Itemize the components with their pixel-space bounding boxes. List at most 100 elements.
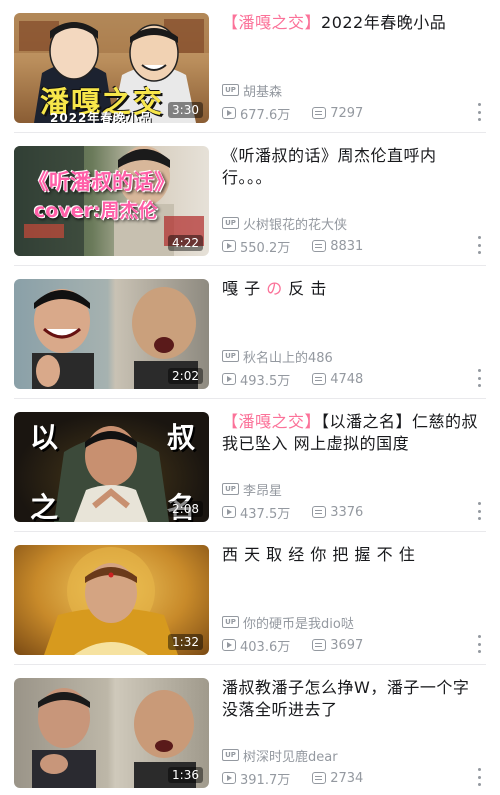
danmaku-stat: 4748 (312, 372, 363, 387)
video-thumbnail[interactable]: 1:32 (14, 545, 209, 655)
video-card[interactable]: 1:32 西 天 取 经 你 把 握 不 住 UP 你的硬币是我dio哒 403… (0, 532, 500, 665)
play-count-icon (222, 107, 236, 119)
stats-row: 677.6万 7297 (222, 104, 363, 123)
danmaku-count: 7297 (330, 105, 364, 121)
title-highlight: 【潘嘎之交】 (222, 412, 322, 431)
play-count-icon (222, 373, 236, 385)
video-title[interactable]: 《听潘叔的话》周杰伦直呼内行。。。 (222, 145, 480, 189)
play-count-icon (222, 639, 236, 651)
danmaku-icon (312, 373, 327, 385)
video-title[interactable]: 西 天 取 经 你 把 握 不 住 (222, 544, 480, 566)
video-title[interactable]: 嘎 子 の 反 击 (222, 278, 480, 300)
view-count: 493.5万 (240, 373, 291, 389)
danmaku-icon (312, 772, 327, 784)
more-icon[interactable] (478, 369, 482, 387)
title-text: 2022年春晚小品 (321, 13, 447, 32)
more-icon[interactable] (478, 502, 482, 520)
view-count: 437.5万 (240, 506, 291, 522)
danmaku-icon (312, 107, 327, 119)
video-card[interactable]: 以 叔 之 名 2:08 【潘嘎之交】【以潘之名】仁慈的叔我已坠入 网上虚拟的国… (0, 399, 500, 532)
up-badge-icon: UP (222, 84, 239, 96)
up-badge-icon: UP (222, 616, 239, 628)
uploader-name: 树深时见鹿dear (243, 749, 338, 765)
up-badge-icon: UP (222, 350, 239, 362)
video-card[interactable]: 2:02 嘎 子 の 反 击 UP 秋名山上的486 493.5万 4748 (0, 266, 500, 399)
thumbnail-char: 叔 (166, 421, 195, 454)
video-duration: 1:32 (168, 634, 203, 650)
title-text: 《听潘叔的话》周杰伦直呼内行。。。 (222, 146, 437, 187)
title-text: 潘叔教潘子怎么挣W，潘子一个字没落全听进去了 (222, 678, 470, 719)
danmaku-count: 8831 (330, 238, 364, 254)
thumbnail-title-text: 《听潘叔的话》 (28, 170, 175, 194)
video-duration: 4:22 (168, 235, 203, 251)
uploader-row[interactable]: UP 火树银花的花大侠 (222, 214, 348, 233)
video-duration: 3:30 (168, 102, 203, 118)
stats-row: 437.5万 3376 (222, 503, 363, 522)
play-count-icon (222, 772, 236, 784)
video-duration: 1:36 (168, 767, 203, 783)
video-card[interactable]: 《听潘叔的话》 cover:周杰伦 4:22 《听潘叔的话》周杰伦直呼内行。。。… (0, 133, 500, 266)
title-text: 反 击 (282, 279, 327, 298)
thumbnail-subtitle-text: cover:周杰伦 (34, 200, 158, 222)
danmaku-count: 4748 (330, 371, 364, 387)
uploader-row[interactable]: UP 李昂星 (222, 480, 283, 499)
video-duration: 2:08 (168, 501, 203, 517)
stats-row: 550.2万 8831 (222, 237, 363, 256)
video-card[interactable]: 潘嘎之交 2022年春晚小品 3:30 【潘嘎之交】2022年春晚小品 UP 胡… (0, 0, 500, 133)
danmaku-stat: 7297 (312, 106, 363, 121)
danmaku-icon (312, 506, 327, 518)
stats-row: 391.7万 2734 (222, 769, 363, 788)
up-badge-icon: UP (222, 483, 239, 495)
stats-row: 403.6万 3697 (222, 636, 363, 655)
danmaku-stat: 3697 (312, 638, 363, 653)
video-thumbnail[interactable]: 1:36 (14, 678, 209, 788)
title-highlight: 【潘嘎之交】 (222, 13, 322, 32)
play-count-icon (222, 240, 236, 252)
uploader-row[interactable]: UP 秋名山上的486 (222, 347, 333, 366)
more-icon[interactable] (478, 768, 482, 786)
uploader-row[interactable]: UP 胡基森 (222, 81, 283, 100)
uploader-name: 火树银花的花大侠 (243, 217, 348, 233)
danmaku-stat: 3376 (312, 505, 363, 520)
danmaku-icon (312, 240, 327, 252)
view-count: 391.7万 (240, 772, 291, 788)
title-text: 嘎 子 (222, 279, 267, 298)
video-thumbnail[interactable]: 2:02 (14, 279, 209, 389)
view-count: 550.2万 (240, 240, 291, 256)
video-title[interactable]: 潘叔教潘子怎么挣W，潘子一个字没落全听进去了 (222, 677, 480, 721)
danmaku-icon (312, 639, 327, 651)
uploader-row[interactable]: UP 你的硬币是我dio哒 (222, 613, 354, 632)
uploader-row[interactable]: UP 树深时见鹿dear (222, 746, 338, 765)
thumbnail-subtitle-text: 2022年春晚小品 (50, 111, 153, 123)
video-title[interactable]: 【潘嘎之交】【以潘之名】仁慈的叔我已坠入 网上虚拟的国度 (222, 411, 480, 455)
more-icon[interactable] (478, 103, 482, 121)
thumbnail-char: 之 (30, 491, 59, 522)
uploader-name: 秋名山上的486 (243, 350, 333, 366)
more-icon[interactable] (478, 635, 482, 653)
play-count-icon (222, 506, 236, 518)
video-list: 潘嘎之交 2022年春晚小品 3:30 【潘嘎之交】2022年春晚小品 UP 胡… (0, 0, 500, 795)
video-card[interactable]: 1:36 潘叔教潘子怎么挣W，潘子一个字没落全听进去了 UP 树深时见鹿dear… (0, 665, 500, 795)
uploader-name: 李昂星 (243, 483, 283, 499)
view-count: 403.6万 (240, 639, 291, 655)
video-thumbnail[interactable]: 潘嘎之交 2022年春晚小品 3:30 (14, 13, 209, 123)
stats-row: 493.5万 4748 (222, 370, 363, 389)
danmaku-count: 2734 (330, 770, 364, 786)
uploader-name: 你的硬币是我dio哒 (243, 616, 354, 632)
danmaku-stat: 2734 (312, 771, 363, 786)
video-thumbnail[interactable]: 《听潘叔的话》 cover:周杰伦 4:22 (14, 146, 209, 256)
thumbnail-char: 以 (30, 421, 59, 454)
title-text: 西 天 取 经 你 把 握 不 住 (222, 545, 416, 564)
title-highlight: の (266, 279, 283, 298)
danmaku-count: 3376 (330, 504, 364, 520)
up-badge-icon: UP (222, 749, 239, 761)
up-badge-icon: UP (222, 217, 239, 229)
more-icon[interactable] (478, 236, 482, 254)
video-title[interactable]: 【潘嘎之交】2022年春晚小品 (222, 12, 480, 34)
uploader-name: 胡基森 (243, 84, 283, 100)
danmaku-stat: 8831 (312, 239, 363, 254)
video-thumbnail[interactable]: 以 叔 之 名 2:08 (14, 412, 209, 522)
video-duration: 2:02 (168, 368, 203, 384)
view-count: 677.6万 (240, 107, 291, 123)
danmaku-count: 3697 (330, 637, 364, 653)
